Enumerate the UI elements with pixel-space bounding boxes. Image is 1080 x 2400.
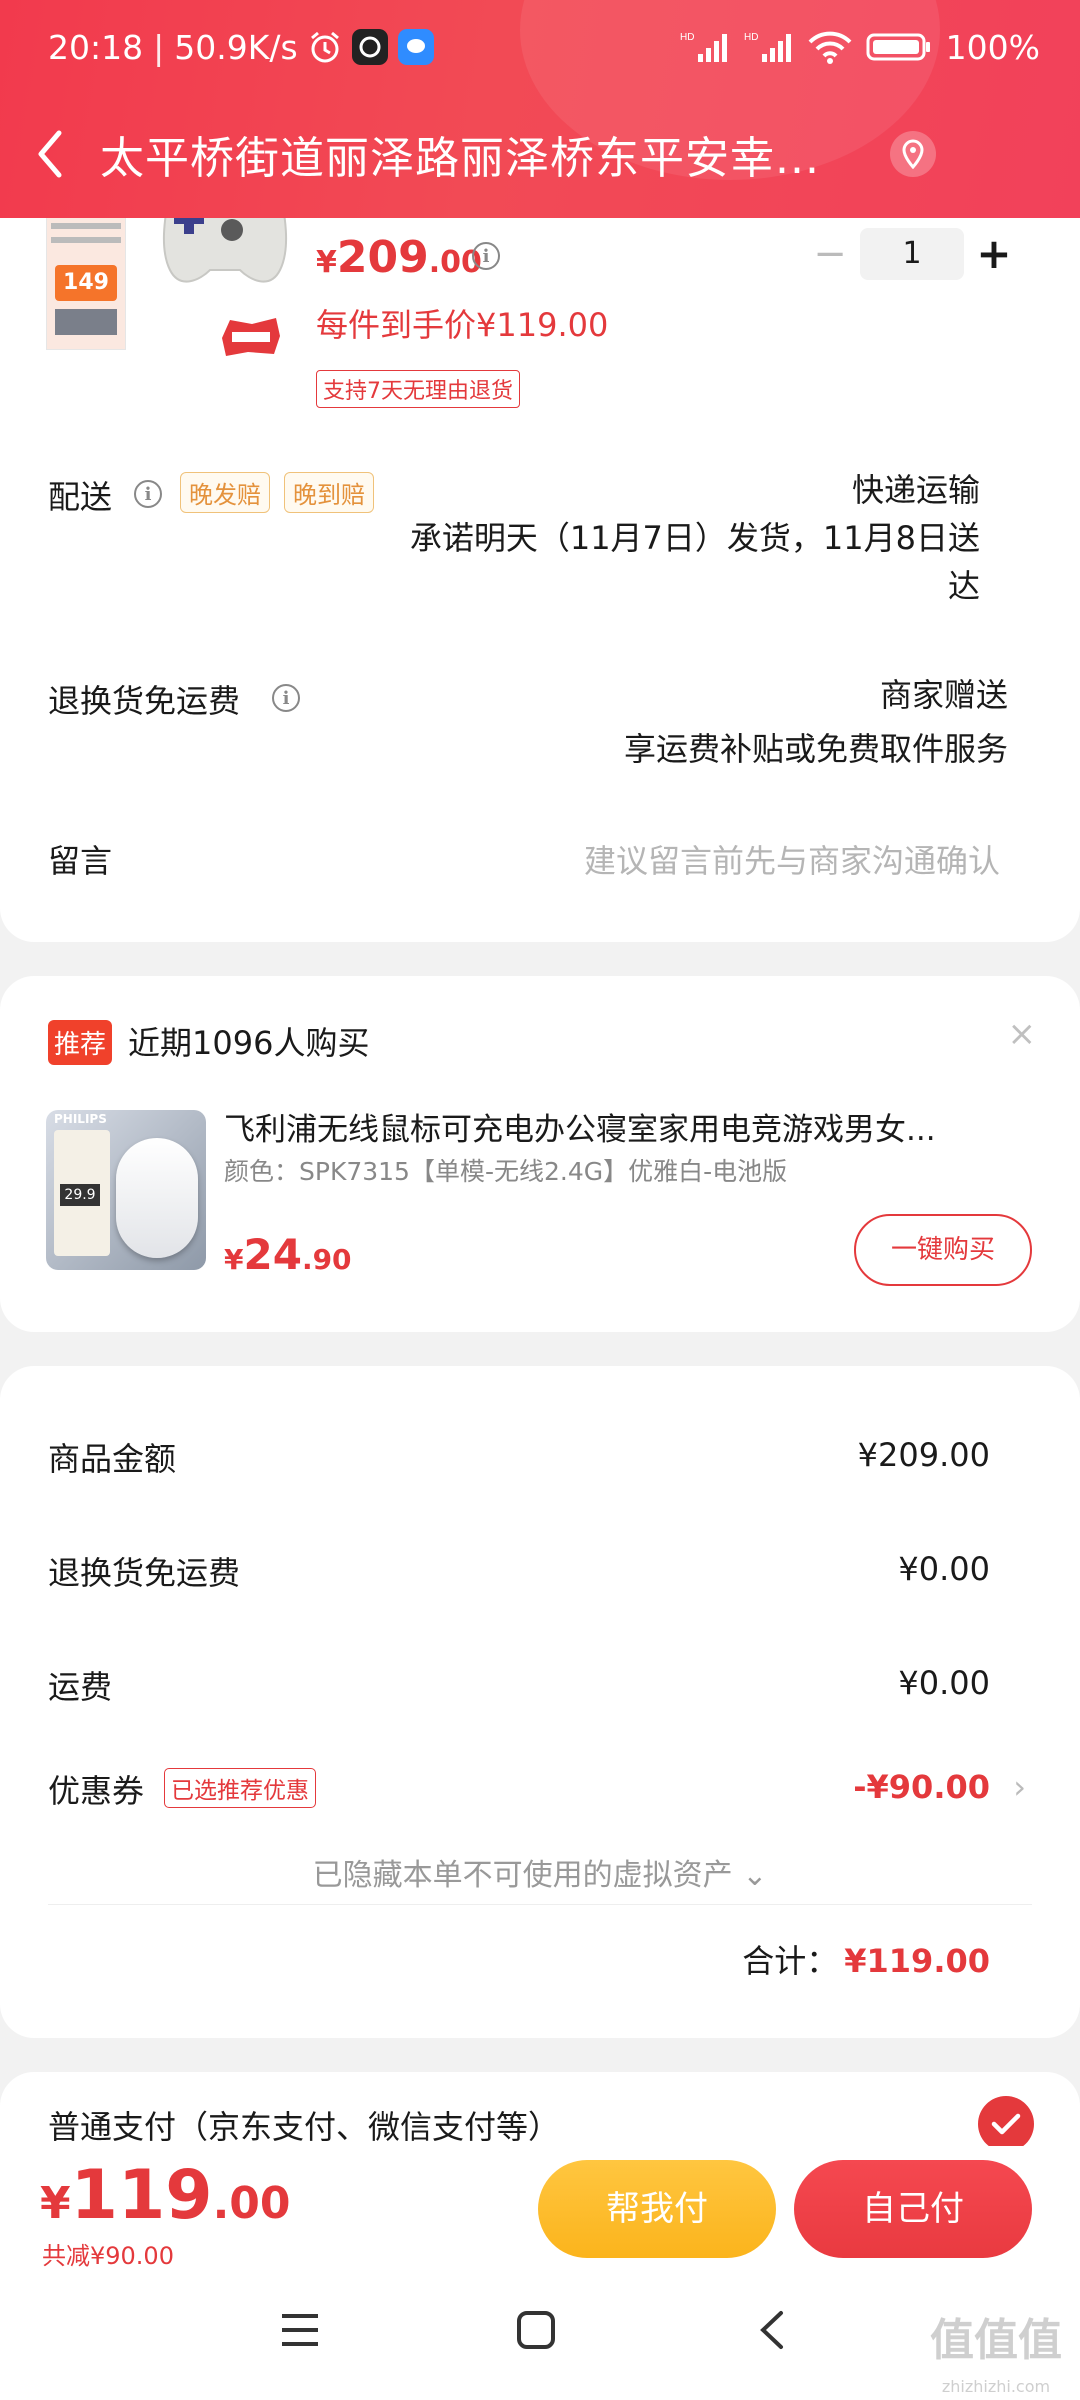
- payment-selected-check-icon[interactable]: [978, 2096, 1034, 2152]
- late-ship-compensation-tag: 晚发赔: [180, 472, 270, 513]
- total-discount-label: 共减¥90.00: [42, 2242, 174, 2270]
- location-pin-icon: [902, 139, 924, 169]
- wifi-icon: [808, 30, 852, 64]
- recommend-title: 近期1096人购买: [128, 1024, 370, 1062]
- recommended-product-spec: 颜色：SPK7315【单模-无线2.4G】优雅白-电池版: [224, 1157, 788, 1186]
- one-click-buy-button[interactable]: 一键购买: [854, 1214, 1032, 1286]
- return-shipping-label: 退换货免运费: [48, 682, 241, 720]
- total-row: 合计： ¥119.00: [742, 1936, 990, 1982]
- back-arrow-icon: [38, 130, 62, 178]
- return-shipping-info: 商家赠送 享运费补贴或免费取件服务: [624, 668, 1008, 776]
- delivery-info-icon[interactable]: i: [134, 480, 162, 508]
- recommendation-card: 推荐 近期1096人购买 × PHILIPS 29.9 飞利浦无线鼠标可充电办公…: [0, 976, 1080, 1332]
- signal-icon: HD: [680, 30, 730, 64]
- alarm-icon: [308, 30, 342, 64]
- return-shipping-info-icon[interactable]: i: [272, 684, 300, 712]
- home-icon[interactable]: [506, 2300, 566, 2360]
- image-brand-text: PHILIPS: [54, 1112, 107, 1126]
- chevron-right-icon[interactable]: ›: [1013, 1768, 1026, 1806]
- shipping-fee-value: ¥0.00: [898, 1664, 990, 1702]
- unit-price-label: 每件到手价¥119.00: [316, 306, 609, 344]
- decrease-quantity-button[interactable]: −: [800, 228, 860, 280]
- delivery-label: 配送: [48, 478, 113, 516]
- coupon-selected-tag: 已选推荐优惠: [164, 1768, 316, 1808]
- watermark-logo: 值值值: [930, 2315, 1062, 2366]
- header: 20:18 | 50.9K/s HD HD 100% 太平桥街道丽泽路丽泽桥东平…: [0, 0, 1080, 218]
- quantity-input[interactable]: 1: [860, 228, 964, 280]
- divider: [48, 1904, 1032, 1905]
- thumbnail-price: 149: [55, 265, 117, 301]
- close-recommend-button[interactable]: ×: [1008, 1014, 1037, 1054]
- status-bar: 20:18 | 50.9K/s HD HD 100%: [48, 22, 1040, 72]
- delivery-guarantee-tags: 晚发赔 晚到赔: [180, 472, 374, 513]
- return-policy-tag: 支持7天无理由退货: [316, 370, 520, 408]
- location-pin-button[interactable]: [890, 131, 936, 177]
- return-shipping-desc: 享运费补贴或免费取件服务: [623, 730, 1008, 768]
- image-price-text: 29.9: [60, 1184, 100, 1206]
- total-label: 合计：: [742, 1942, 839, 1980]
- mouse-image: [116, 1138, 198, 1258]
- payment-method-label: 普通支付（京东支付、微信支付等）: [48, 2108, 561, 2146]
- coupon-value[interactable]: -¥90.00: [853, 1768, 990, 1806]
- recommend-badge: 推荐: [48, 1020, 113, 1065]
- navigation-bar: 太平桥街道丽泽路丽泽桥东平安幸...: [0, 118, 1080, 190]
- watermark: 值值值 zhizhizhi.com: [930, 2318, 1062, 2400]
- increase-quantity-button[interactable]: +: [964, 228, 1024, 280]
- delivery-promise: 承诺明天（11月7日）发货，11月8日送: [409, 519, 980, 557]
- quantity-stepper: − 1 +: [800, 228, 1024, 280]
- battery-icon: [866, 30, 932, 64]
- goods-amount-value: ¥209.00: [857, 1436, 990, 1474]
- status-net-speed: 50.9K/s: [174, 27, 298, 67]
- checkout-bar: ¥119.00 共减¥90.00 帮我付 自己付: [0, 2146, 1080, 2270]
- flash-sale-badge-icon: [222, 318, 280, 356]
- return-shipping-fee-label: 退换货免运费: [48, 1554, 241, 1592]
- status-time: 20:18: [48, 27, 144, 67]
- delivery-promise-cont: 达: [947, 567, 980, 605]
- recommended-product-name[interactable]: 飞利浦无线鼠标可充电办公寝室家用电竞游戏男女...: [224, 1104, 1014, 1149]
- svg-text:HD: HD: [680, 32, 694, 43]
- message-input[interactable]: 建议留言前先与商家沟通确认: [584, 836, 1000, 882]
- menu-icon[interactable]: [270, 2300, 330, 2360]
- hidden-assets-toggle[interactable]: 已隐藏本单不可使用的虚拟资产 ⌄: [0, 1850, 1080, 1894]
- return-shipping-value: 商家赠送: [879, 676, 1008, 714]
- price-info-icon[interactable]: i: [472, 242, 500, 270]
- status-separator: |: [153, 27, 165, 67]
- watermark-url: zhizhizhi.com: [941, 2377, 1051, 2396]
- price-summary-card: 商品金额 ¥209.00 退换货免运费 ¥0.00 运费 ¥0.00 优惠券 已…: [0, 1366, 1080, 2038]
- app-notification-icon: [351, 29, 388, 65]
- back-button[interactable]: [0, 118, 100, 190]
- recommended-product-image[interactable]: PHILIPS 29.9: [46, 1110, 206, 1270]
- help-me-pay-button[interactable]: 帮我付: [538, 2160, 776, 2258]
- goods-amount-label: 商品金额: [48, 1440, 177, 1478]
- system-navigation-bar: [0, 2262, 1080, 2400]
- message-label: 留言: [48, 842, 113, 880]
- late-arrival-compensation-tag: 晚到赔: [284, 472, 374, 513]
- total-value: ¥119.00: [844, 1942, 990, 1980]
- recommended-product-price: ¥24.90: [224, 1230, 352, 1279]
- signal-icon-2: HD: [744, 30, 794, 64]
- battery-level: 100%: [945, 27, 1040, 67]
- shipping-fee-label: 运费: [48, 1668, 113, 1706]
- checkout-total-price: ¥119.00: [40, 2156, 291, 2235]
- pay-myself-button[interactable]: 自己付: [794, 2160, 1032, 2258]
- product-thumbnail-promo[interactable]: 149: [46, 200, 126, 350]
- chat-app-icon: [397, 29, 434, 65]
- return-shipping-fee-value: ¥0.00: [898, 1550, 990, 1588]
- coupon-label: 优惠券: [48, 1772, 145, 1810]
- delivery-info[interactable]: 快递运输 承诺明天（11月7日）发货，11月8日送 达: [410, 466, 980, 610]
- order-item-card: 149 ¥209.00 i 每件到手价¥119.00 支持7天无理由退货 − 1…: [0, 190, 1080, 942]
- svg-text:HD: HD: [744, 32, 758, 43]
- back-nav-icon[interactable]: [742, 2300, 802, 2360]
- payment-method-card[interactable]: 普通支付（京东支付、微信支付等）: [0, 2072, 1080, 2152]
- delivery-address[interactable]: 太平桥街道丽泽路丽泽桥东平安幸...: [100, 122, 870, 186]
- product-price: ¥209.00: [316, 232, 482, 283]
- delivery-method: 快递运输: [851, 471, 980, 509]
